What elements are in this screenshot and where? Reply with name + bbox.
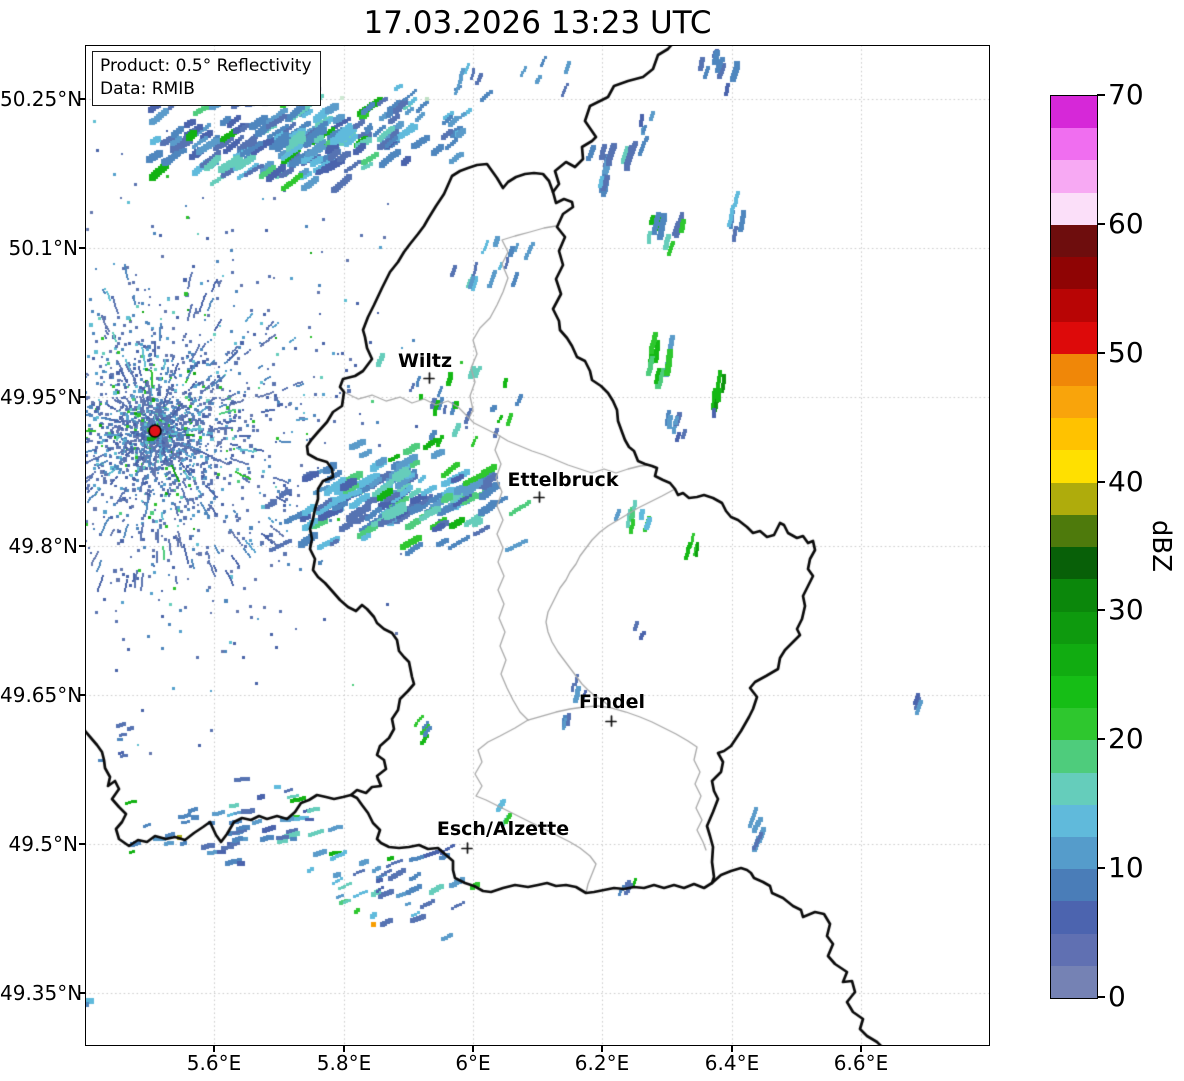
colorbar-tick-mark (1097, 222, 1105, 225)
x-tick-mark (601, 1046, 603, 1052)
y-tick-label: 49.35°N (0, 981, 83, 1005)
y-tick-mark (79, 694, 85, 696)
colorbar-segment (1051, 708, 1097, 741)
colorbar-segment (1051, 772, 1097, 805)
colorbar-segment (1051, 675, 1097, 709)
colorbar-segment (1051, 804, 1097, 838)
colorbar-unit-label: dBZ (1146, 519, 1176, 573)
y-tick-label: 49.8°N (8, 534, 79, 558)
colorbar-segment (1051, 643, 1097, 676)
y-tick-label: 49.95°N (0, 385, 83, 409)
colorbar-segment (1051, 514, 1097, 548)
colorbar-segment (1051, 837, 1097, 870)
colorbar-tick-label: 30 (1108, 593, 1144, 627)
colorbar-tick-label: 40 (1108, 464, 1144, 498)
colorbar-segment (1051, 579, 1097, 612)
radar-figure: 17.03.2026 13:23 UTC Product: 0.5° Refle… (0, 0, 1184, 1081)
x-tick-mark (472, 1046, 474, 1052)
colorbar-segment (1051, 482, 1097, 515)
colorbar-segment (1051, 353, 1097, 386)
product-info-box: Product: 0.5° Reflectivity Data: RMIB (92, 51, 321, 106)
colorbar-segment (1051, 385, 1097, 419)
y-tick-label: 50.25°N (0, 87, 83, 111)
colorbar-tick-mark (1097, 94, 1105, 96)
colorbar-tick-label: 70 (1108, 78, 1144, 111)
colorbar-tick-label: 20 (1108, 722, 1144, 756)
city-label: Ettelbruck (507, 469, 619, 491)
colorbar-segment (1051, 321, 1097, 354)
colorbar-segment (1051, 933, 1097, 966)
colorbar-segment (1051, 224, 1097, 258)
colorbar-tick-label: 10 (1108, 851, 1144, 885)
y-tick-mark (79, 992, 85, 994)
colorbar-segment (1051, 965, 1097, 999)
data-source-line: Data: RMIB (100, 78, 195, 99)
colorbar-tick-mark (1097, 351, 1105, 354)
x-tick-mark (343, 1046, 345, 1052)
y-tick-mark (79, 396, 85, 398)
x-tick-label: 6.2°E (574, 1051, 630, 1075)
colorbar-tick-mark (1097, 609, 1105, 612)
colorbar-segment (1051, 128, 1097, 161)
y-tick-label: 50.1°N (8, 236, 79, 260)
colorbar-segment (1051, 450, 1097, 483)
x-tick-label: 6.6°E (833, 1051, 889, 1075)
colorbar-segment (1051, 869, 1097, 902)
colorbar-tick-label: 0 (1108, 980, 1126, 1013)
colorbar-tick-mark (1097, 738, 1105, 741)
y-tick-mark (79, 247, 85, 249)
colorbar-tick-mark (1097, 996, 1105, 998)
x-tick-label: 5.8°E (316, 1051, 372, 1075)
y-tick-mark (79, 843, 85, 845)
x-tick-label: 5.6°E (186, 1051, 242, 1075)
radar-map-canvas (85, 45, 990, 1046)
city-label: Wiltz (397, 350, 453, 372)
x-tick-label: 6.4°E (704, 1051, 760, 1075)
colorbar-segment (1051, 257, 1097, 290)
x-tick-mark (731, 1046, 733, 1052)
y-tick-mark (79, 545, 85, 547)
colorbar-segment (1051, 901, 1097, 934)
colorbar-segment (1051, 96, 1097, 129)
colorbar-segment (1051, 740, 1097, 773)
colorbar-tick-mark (1097, 867, 1105, 870)
colorbar-segment (1051, 611, 1097, 644)
y-tick-label: 49.5°N (8, 832, 79, 856)
city-label: Esch/Alzette (436, 818, 570, 840)
y-tick-mark (79, 98, 85, 100)
y-tick-label: 49.65°N (0, 683, 83, 707)
colorbar-segment (1051, 192, 1097, 225)
x-tick-mark (860, 1046, 862, 1052)
colorbar-segment (1051, 289, 1097, 322)
dbz-colorbar (1050, 95, 1098, 999)
x-tick-mark (213, 1046, 215, 1052)
colorbar-segment (1051, 547, 1097, 580)
city-label: Findel (578, 691, 646, 713)
colorbar-tick-mark (1097, 480, 1105, 483)
figure-title: 17.03.2026 13:23 UTC (363, 5, 712, 41)
colorbar-tick-label: 60 (1108, 206, 1144, 240)
x-tick-label: 6°E (455, 1051, 491, 1075)
colorbar-tick-label: 50 (1108, 335, 1144, 369)
colorbar-segment (1051, 418, 1097, 451)
product-line: Product: 0.5° Reflectivity (100, 56, 312, 76)
colorbar-segment (1051, 160, 1097, 193)
